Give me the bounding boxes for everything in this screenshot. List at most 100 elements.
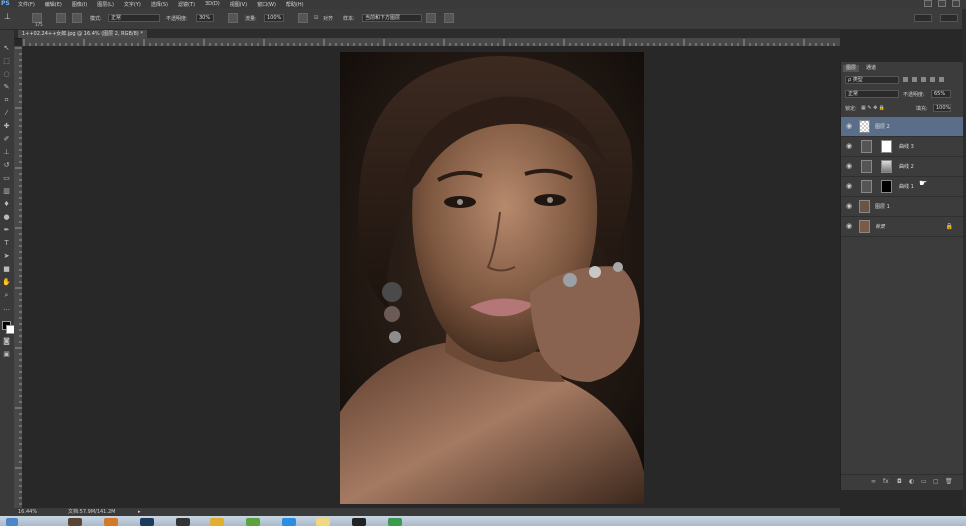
layer-name[interactable]: 曲线 1	[899, 183, 914, 190]
dodge-tool-icon[interactable]: ●	[2, 213, 11, 221]
screen-mode-icon[interactable]: ▣	[2, 350, 11, 358]
menu-edit[interactable]: 编辑(E)	[45, 1, 62, 8]
layer-row[interactable]: ◉ 曲线 2	[841, 157, 963, 177]
filter-pixel-icon[interactable]	[903, 77, 908, 82]
taskbar-app-icon[interactable]	[388, 518, 402, 526]
taskbar-app-icon[interactable]	[316, 518, 330, 526]
filter-type-icon[interactable]	[921, 77, 926, 82]
eyedropper-tool-icon[interactable]: ⁄	[2, 109, 11, 117]
status-arrow-icon[interactable]: ▸	[138, 508, 141, 516]
gradient-tool-icon[interactable]: ▥	[2, 187, 11, 195]
move-tool-icon[interactable]: ↖	[2, 44, 11, 52]
quick-select-tool-icon[interactable]: ✎	[2, 83, 11, 91]
adjustment-icon[interactable]: ◐	[909, 478, 914, 485]
workspace-switcher[interactable]	[914, 14, 932, 22]
layer-row[interactable]: ◉ 曲线 1 ☛	[841, 177, 963, 197]
visibility-eye-icon[interactable]: ◉	[846, 223, 853, 230]
visibility-eye-icon[interactable]: ◉	[846, 183, 853, 190]
minimize-button[interactable]	[924, 0, 932, 7]
layer-mask-thumbnail[interactable]	[881, 140, 892, 153]
visibility-eye-icon[interactable]: ◉	[846, 163, 853, 170]
tab-layers[interactable]: 图层	[843, 65, 860, 72]
lasso-tool-icon[interactable]: ◌	[2, 70, 11, 78]
more-tools-icon[interactable]: …	[2, 304, 11, 312]
aligned-checkbox[interactable]: ☑	[314, 15, 318, 21]
pen-tool-icon[interactable]: ✒	[2, 226, 11, 234]
ignore-adjustment-icon[interactable]	[426, 13, 436, 23]
visibility-eye-icon[interactable]: ◉	[846, 203, 853, 210]
clone-stamp-tool-icon[interactable]: ⊥	[2, 148, 11, 156]
hand-tool-icon[interactable]: ✋	[2, 278, 11, 286]
fill-input[interactable]: 100%	[933, 104, 951, 112]
layer-name[interactable]: 曲线 2	[899, 163, 914, 170]
zoom-level[interactable]: 16.44%	[18, 508, 37, 516]
shape-tool-icon[interactable]: ■	[2, 265, 11, 273]
menu-filter[interactable]: 滤镜(T)	[178, 1, 195, 8]
layer-name[interactable]: 背景	[875, 223, 885, 230]
group-icon[interactable]: ▭	[921, 478, 927, 485]
eraser-tool-icon[interactable]: ▭	[2, 174, 11, 182]
history-brush-tool-icon[interactable]: ↺	[2, 161, 11, 169]
zoom-tool-icon[interactable]: ⌕	[2, 291, 11, 299]
mode-select[interactable]: 正常	[108, 14, 160, 22]
close-button[interactable]	[952, 0, 960, 7]
menu-window[interactable]: 窗口(W)	[257, 1, 276, 8]
flow-input[interactable]: 100%	[264, 14, 284, 22]
document-info[interactable]: 文档:57.9M/141.2M	[68, 508, 115, 516]
mask-icon[interactable]: ◘	[897, 478, 902, 485]
filter-shape-icon[interactable]	[930, 77, 935, 82]
new-layer-icon[interactable]: ▢	[933, 478, 939, 485]
blur-tool-icon[interactable]: ♦	[2, 200, 11, 208]
opacity-input[interactable]: 30%	[196, 14, 214, 22]
taskbar-app-icon[interactable]	[282, 518, 296, 526]
layer-filter-select[interactable]: ρ 类型	[845, 76, 899, 84]
photoshop-taskbar-icon[interactable]	[140, 518, 154, 526]
start-button-icon[interactable]	[6, 518, 18, 526]
layer-row[interactable]: ◉ 曲线 3	[841, 137, 963, 157]
type-tool-icon[interactable]: T	[2, 239, 11, 247]
document-tab[interactable]: 1++02.24++女郎.jpg @ 16.4% (图层 2, RGB/8) *	[18, 30, 147, 38]
layer-mask-thumbnail[interactable]	[881, 160, 892, 173]
layer-mask-thumbnail[interactable]	[881, 180, 892, 193]
tab-channels[interactable]: 通道	[863, 65, 879, 72]
layer-name[interactable]: 曲线 3	[899, 143, 914, 150]
menu-layer[interactable]: 图层(L)	[97, 1, 114, 8]
menu-image[interactable]: 图像(I)	[72, 1, 87, 8]
brush-tool-icon[interactable]: ✐	[2, 135, 11, 143]
layer-row[interactable]: ◉ 图层 1	[841, 197, 963, 217]
menu-type[interactable]: 文字(Y)	[124, 1, 141, 8]
clone-stamp-icon[interactable]: ⊥	[4, 12, 11, 21]
taskbar-app-icon[interactable]	[352, 518, 366, 526]
taskbar-app-icon[interactable]	[246, 518, 260, 526]
pressure-opacity-icon[interactable]	[228, 13, 238, 23]
taskbar-app-icon[interactable]	[68, 518, 82, 526]
menu-select[interactable]: 选择(S)	[151, 1, 168, 8]
maximize-button[interactable]	[938, 0, 946, 7]
quick-mask-icon[interactable]: ◙	[2, 337, 11, 345]
visibility-eye-icon[interactable]: ◉	[846, 143, 853, 150]
menu-view[interactable]: 视图(V)	[230, 1, 247, 8]
taskbar-app-icon[interactable]	[104, 518, 118, 526]
layer-row[interactable]: ◉ 图层 2	[841, 117, 963, 137]
healing-tool-icon[interactable]: ✚	[2, 122, 11, 130]
menu-file[interactable]: 文件(F)	[18, 1, 35, 8]
toggle-brush-panel-icon[interactable]	[56, 13, 66, 23]
sample-select[interactable]: 当前和下方图层	[362, 14, 422, 22]
layer-row[interactable]: ◉ 背景 🔒	[841, 217, 963, 237]
fx-icon[interactable]: fx	[883, 478, 889, 485]
layer-name[interactable]: 图层 1	[875, 203, 890, 210]
blend-mode-select[interactable]: 正常	[845, 90, 899, 98]
path-select-tool-icon[interactable]: ➤	[2, 252, 11, 260]
airbrush-icon[interactable]	[298, 13, 308, 23]
visibility-eye-icon[interactable]: ◉	[846, 123, 853, 130]
portrait-photo[interactable]	[340, 52, 644, 504]
layer-name[interactable]: 图层 2	[875, 123, 890, 130]
menu-help[interactable]: 帮助(H)	[286, 1, 304, 8]
layer-opacity-input[interactable]: 65%	[931, 90, 951, 98]
link-icon[interactable]: ∞	[871, 478, 876, 485]
workspace-switcher-2[interactable]	[940, 14, 958, 22]
filter-smart-object-icon[interactable]	[939, 77, 944, 82]
taskbar-app-icon[interactable]	[210, 518, 224, 526]
toggle-clone-panel-icon[interactable]	[72, 13, 82, 23]
marquee-tool-icon[interactable]: ⬚	[2, 57, 11, 65]
